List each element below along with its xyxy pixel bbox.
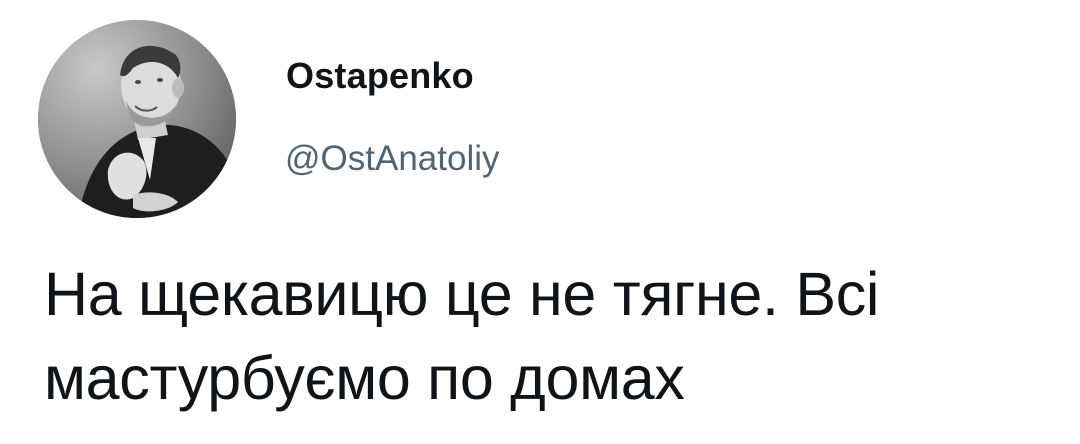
avatar[interactable] (38, 20, 236, 218)
author-display-name[interactable]: Ostapenko (286, 56, 474, 96)
tweet-card: Ostapenko @OstAnatoliy На щекавицю це не… (0, 0, 1080, 444)
author-handle[interactable]: @OstAnatoliy (285, 139, 500, 179)
tweet-text: На щекавицю це не тягне. Всі мастурбуємо… (44, 260, 880, 412)
profile-photo-icon (38, 20, 236, 218)
